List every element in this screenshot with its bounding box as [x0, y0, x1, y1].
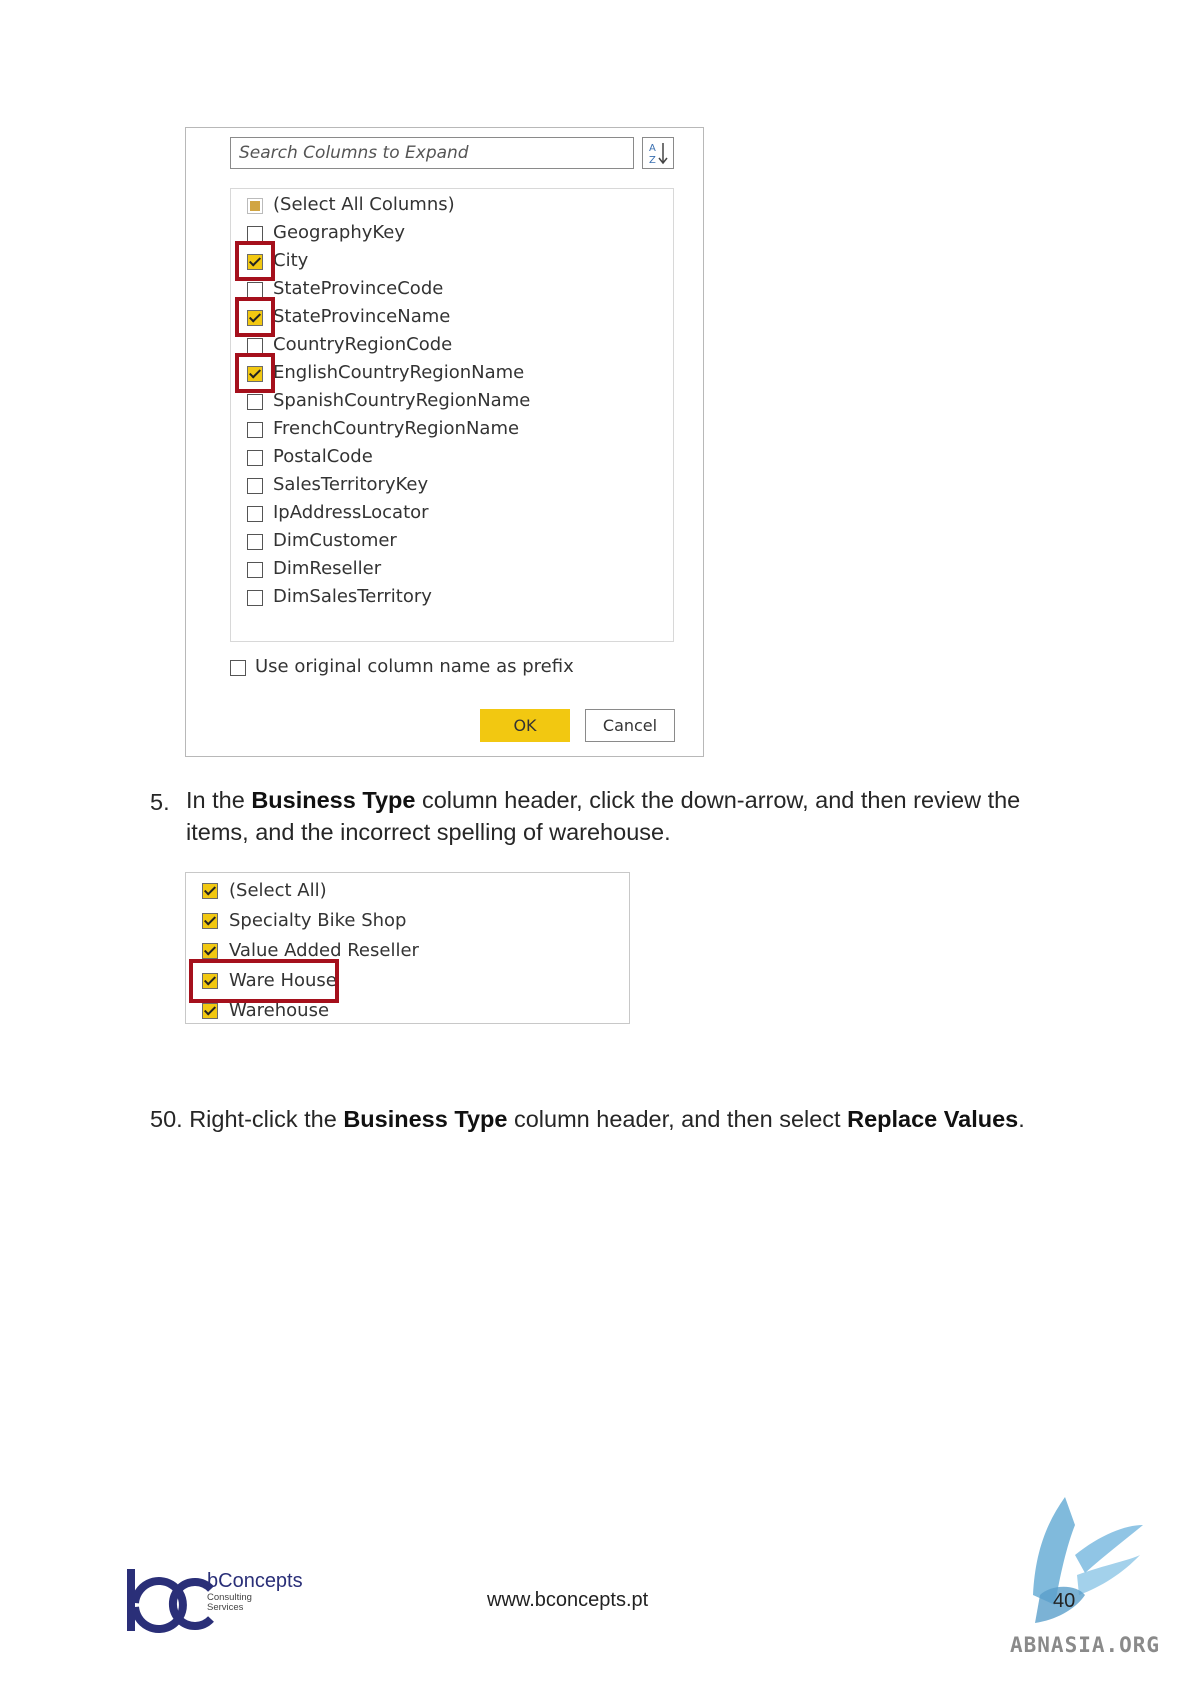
search-columns-input-wrapper[interactable]: [230, 137, 634, 169]
bold-text: Business Type: [251, 787, 416, 813]
highlight-box: [235, 353, 275, 393]
checkbox[interactable]: [202, 1003, 218, 1019]
sort-az-icon: A Z: [649, 143, 668, 166]
checkbox[interactable]: [247, 282, 263, 298]
column-item[interactable]: DimCustomer: [231, 529, 673, 555]
search-columns-input[interactable]: [231, 138, 633, 168]
cancel-button[interactable]: Cancel: [585, 709, 675, 742]
step-number: 50.: [150, 1106, 183, 1132]
prefix-checkbox[interactable]: [230, 660, 246, 676]
column-label: DimSalesTerritory: [273, 586, 432, 607]
ok-button[interactable]: OK: [480, 709, 570, 742]
filter-item-select-all[interactable]: (Select All): [186, 877, 629, 907]
page-number: 40: [1053, 1590, 1076, 1612]
text-segment: In the: [186, 787, 252, 813]
watermark-text: ABNASIA.ORG: [1010, 1633, 1161, 1657]
checkbox[interactable]: [247, 534, 263, 550]
filter-label: Warehouse: [229, 1000, 330, 1021]
step-50-text: 50. Right-click the Business Type column…: [150, 1103, 1110, 1135]
column-label: City: [273, 250, 309, 271]
filter-label: Specialty Bike Shop: [229, 910, 407, 931]
column-item[interactable]: FrenchCountryRegionName: [231, 417, 673, 443]
column-label: CountryRegionCode: [273, 334, 453, 355]
bold-text: Business Type: [343, 1106, 508, 1132]
column-item[interactable]: GeographyKey: [231, 221, 673, 247]
checkbox[interactable]: [247, 338, 263, 354]
highlight-box: [235, 297, 275, 337]
checkbox[interactable]: [247, 198, 263, 214]
sort-az-button[interactable]: A Z: [642, 137, 674, 169]
checkbox[interactable]: [202, 943, 218, 959]
column-item[interactable]: DimReseller: [231, 557, 673, 583]
bconcepts-logo-icon: [127, 1569, 214, 1633]
column-label: DimCustomer: [273, 530, 397, 551]
column-item[interactable]: IpAddressLocator: [231, 501, 673, 527]
column-label: SalesTerritoryKey: [273, 474, 429, 495]
step-number: 5.: [150, 789, 170, 815]
column-label: (Select All Columns): [273, 194, 455, 215]
column-item[interactable]: SpanishCountryRegionName: [231, 389, 673, 415]
column-item[interactable]: EnglishCountryRegionName: [231, 361, 673, 387]
column-item[interactable]: DimSalesTerritory: [231, 585, 673, 611]
checkbox[interactable]: [247, 478, 263, 494]
column-label: DimReseller: [273, 558, 382, 579]
filter-item[interactable]: Specialty Bike Shop: [186, 907, 629, 937]
column-item[interactable]: SalesTerritoryKey: [231, 473, 673, 499]
text-segment: Right-click the: [189, 1106, 344, 1132]
use-prefix-option[interactable]: Use original column name as prefix: [230, 655, 630, 681]
brand-block: bConcepts Consulting Services: [207, 1570, 303, 1613]
text-segment: items, and the incorrect spelling of war…: [186, 819, 671, 845]
checkbox[interactable]: [247, 422, 263, 438]
expand-columns-dialog: A Z (Select All Columns) GeographyKey Ci…: [185, 127, 704, 757]
checkbox[interactable]: [247, 450, 263, 466]
column-list: (Select All Columns) GeographyKey City S…: [230, 188, 674, 642]
checkbox[interactable]: [247, 226, 263, 242]
column-label: GeographyKey: [273, 222, 406, 243]
footer-url: www.bconcepts.pt: [487, 1589, 649, 1611]
text-segment: column header, click the down-arrow, and…: [415, 787, 1021, 813]
svg-text:A: A: [649, 143, 656, 154]
business-type-filter-list: (Select All) Specialty Bike Shop Value A…: [185, 872, 630, 1024]
column-label: FrenchCountryRegionName: [273, 418, 520, 439]
checkbox[interactable]: [247, 590, 263, 606]
column-item[interactable]: CountryRegionCode: [231, 333, 673, 359]
svg-text:Z: Z: [649, 155, 656, 166]
column-label: SpanishCountryRegionName: [273, 390, 531, 411]
column-item[interactable]: StateProvinceCode: [231, 277, 673, 303]
checkbox[interactable]: [247, 394, 263, 410]
highlight-box: [235, 241, 275, 281]
column-label: IpAddressLocator: [273, 502, 429, 523]
column-item[interactable]: StateProvinceName: [231, 305, 673, 331]
brand-subtitle: Services: [207, 1602, 244, 1613]
column-label: EnglishCountryRegionName: [273, 362, 525, 383]
column-item[interactable]: PostalCode: [231, 445, 673, 471]
checkbox[interactable]: [202, 883, 218, 899]
column-item-select-all[interactable]: (Select All Columns): [231, 193, 673, 219]
text-segment: column header, and then select: [507, 1106, 848, 1132]
column-label: StateProvinceCode: [273, 278, 444, 299]
step-5-text: In the Business Type column header, clic…: [186, 784, 1086, 848]
text-segment: .: [1018, 1106, 1025, 1132]
bold-text: Replace Values: [847, 1106, 1019, 1132]
highlight-box: [189, 959, 339, 1003]
column-label: PostalCode: [273, 446, 373, 467]
brand-name: bConcepts: [207, 1570, 303, 1592]
prefix-label: Use original column name as prefix: [255, 656, 574, 677]
column-label: StateProvinceName: [273, 306, 451, 327]
column-item[interactable]: City: [231, 249, 673, 275]
filter-label: Value Added Reseller: [229, 940, 419, 961]
checkbox[interactable]: [202, 913, 218, 929]
checkbox[interactable]: [247, 506, 263, 522]
checkbox[interactable]: [247, 562, 263, 578]
filter-label: (Select All): [229, 880, 327, 901]
